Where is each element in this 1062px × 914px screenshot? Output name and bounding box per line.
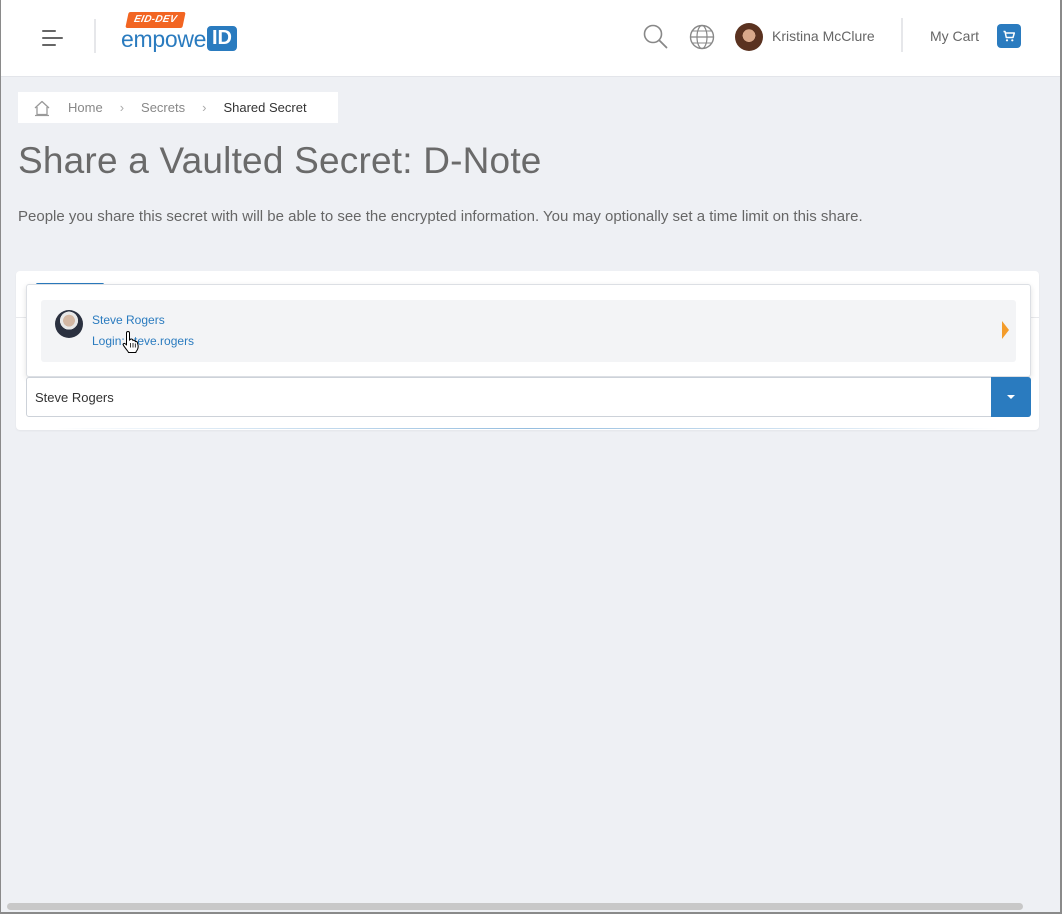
breadcrumb-secrets[interactable]: Secrets [141, 100, 185, 115]
breadcrumb-home[interactable]: Home [68, 100, 103, 115]
suggestion-login[interactable]: Login: steve.rogers [92, 334, 194, 348]
user-name[interactable]: Kristina McClure [772, 28, 875, 44]
breadcrumb: Home › Secrets › Shared Secret [18, 92, 338, 123]
page-title: Share a Vaulted Secret: D-Note [18, 140, 542, 181]
horizontal-scrollbar[interactable] [7, 903, 1023, 910]
logo-id: ID [207, 26, 237, 51]
cart-button[interactable] [997, 24, 1021, 48]
my-cart-link[interactable]: My Cart [930, 28, 979, 44]
suggestion-avatar [55, 310, 83, 338]
suggestion-item[interactable]: Steve Rogers Login: steve.rogers [41, 300, 1016, 362]
top-header: EID-DEV empower ID Kristina McClure My C… [1, 0, 1060, 77]
person-search-input[interactable] [27, 378, 992, 416]
logo-word: empower [121, 26, 214, 52]
home-icon[interactable] [33, 99, 51, 117]
person-picker [26, 377, 1031, 417]
search-icon[interactable] [643, 24, 668, 49]
chevron-right-icon: › [119, 100, 125, 115]
caret-right-icon[interactable] [1002, 321, 1009, 339]
panel-accent-line [56, 428, 999, 429]
page-description: People you share this secret with will b… [18, 208, 863, 225]
user-avatar[interactable] [735, 23, 763, 51]
header-divider [94, 19, 96, 53]
cart-icon [1003, 30, 1016, 42]
header-divider [901, 18, 903, 52]
empowerid-logo[interactable]: EID-DEV empower ID [121, 12, 255, 56]
menu-icon[interactable] [42, 29, 64, 47]
chevron-right-icon: › [202, 100, 207, 115]
breadcrumb-current: Shared Secret [223, 100, 307, 115]
globe-icon[interactable] [689, 24, 715, 50]
suggestion-name[interactable]: Steve Rogers [92, 313, 165, 327]
person-suggestions-dropdown: Steve Rogers Login: steve.rogers [26, 284, 1031, 377]
dropdown-toggle-button[interactable] [991, 377, 1031, 417]
